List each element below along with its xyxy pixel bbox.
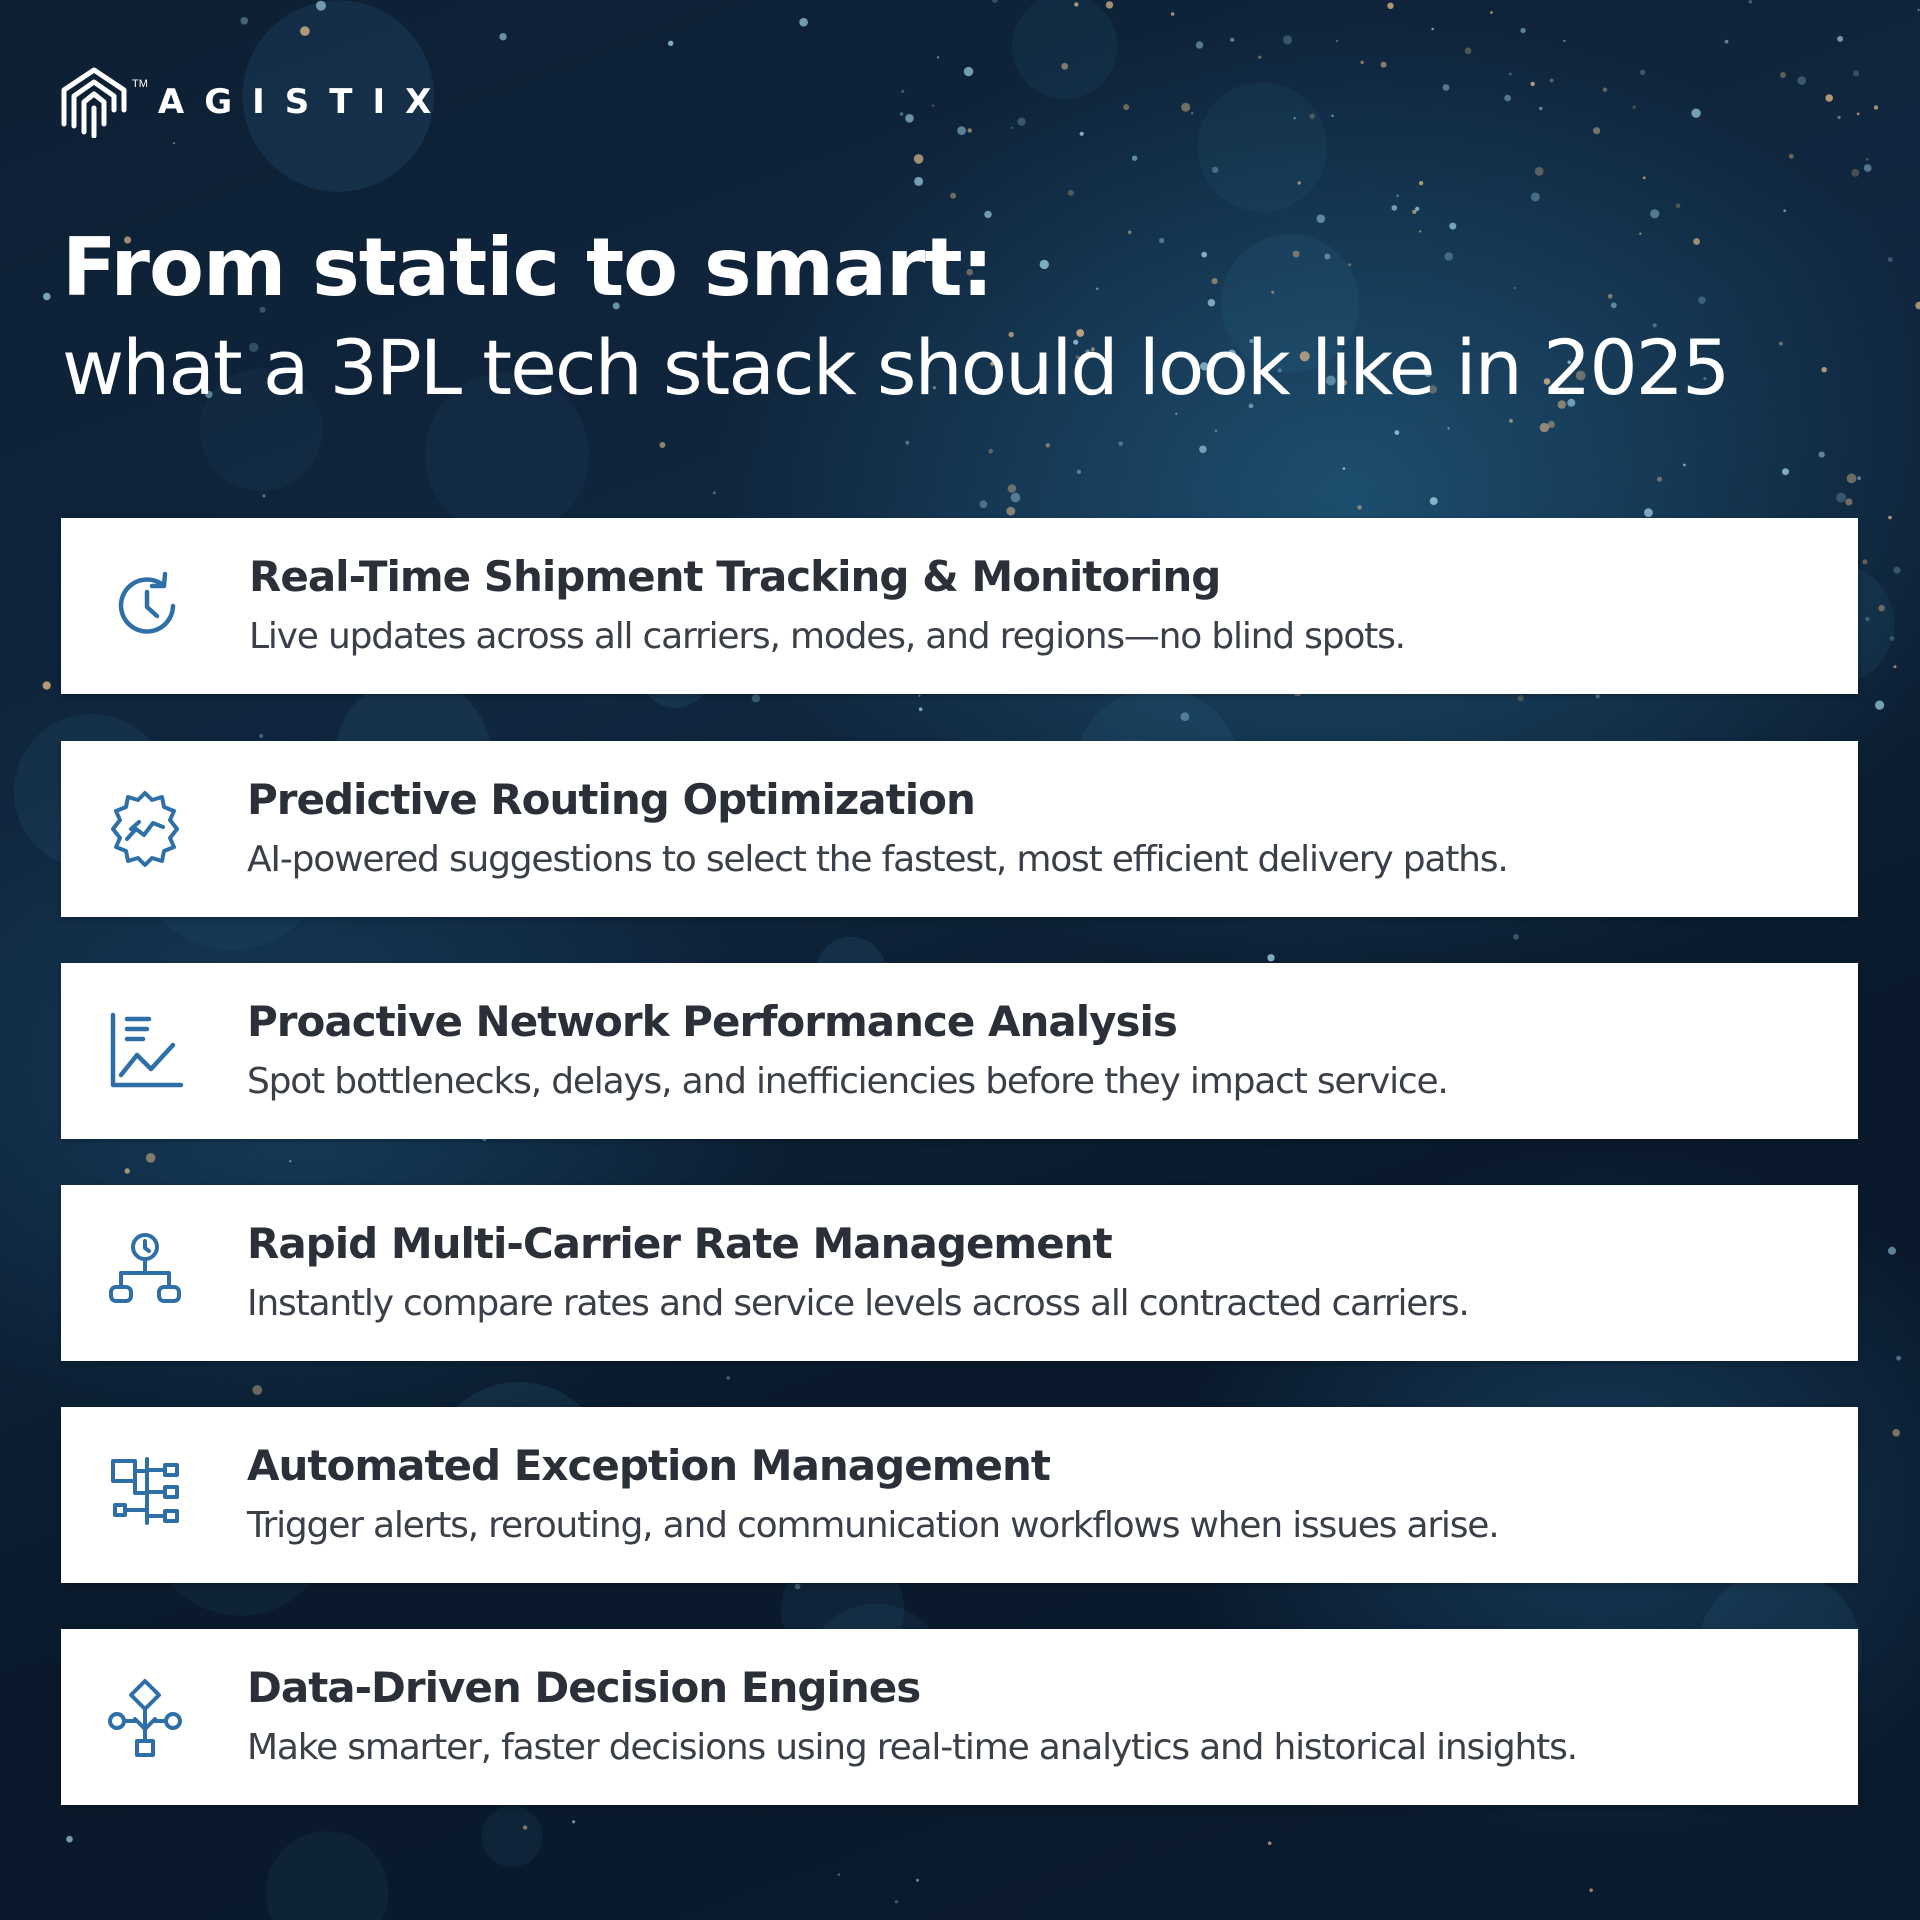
headline-line-2: what a 3PL tech stack should look like i…	[62, 323, 1730, 412]
feature-card-exception-management: Automated Exception Management Trigger a…	[61, 1407, 1858, 1583]
clock-refresh-icon	[101, 560, 193, 652]
brand-name: AGISTIX	[157, 82, 452, 122]
workflow-icon	[101, 1449, 193, 1541]
feature-card-network-analysis: Proactive Network Performance Analysis S…	[61, 963, 1858, 1139]
feature-card-tracking: Real-Time Shipment Tracking & Monitoring…	[61, 518, 1858, 694]
feature-description: Live updates across all carriers, modes,…	[249, 616, 1406, 657]
feature-card-rate-management: Rapid Multi-Carrier Rate Management Inst…	[61, 1185, 1858, 1361]
trademark-mark: TM	[132, 78, 148, 90]
feature-card-routing: Predictive Routing Optimization AI-power…	[61, 741, 1858, 917]
feature-description: Instantly compare rates and service leve…	[247, 1283, 1470, 1324]
feature-description: Trigger alerts, rerouting, and communica…	[247, 1505, 1500, 1546]
feature-title: Predictive Routing Optimization	[247, 775, 976, 824]
brand-logo: TM AGISTIX	[60, 66, 451, 138]
feature-card-decision-engines: Data-Driven Decision Engines Make smarte…	[61, 1629, 1858, 1805]
gear-chart-icon	[99, 783, 191, 875]
feature-title: Data-Driven Decision Engines	[247, 1663, 921, 1712]
decision-tree-icon	[99, 1671, 191, 1763]
headline: From static to smart: what a 3PL tech st…	[62, 218, 1730, 418]
line-chart-icon	[101, 1005, 193, 1097]
feature-description: Make smarter, faster decisions using rea…	[247, 1727, 1578, 1768]
feature-title: Proactive Network Performance Analysis	[247, 997, 1178, 1046]
agistix-logo-icon	[61, 67, 127, 138]
feature-title: Rapid Multi-Carrier Rate Management	[247, 1219, 1113, 1268]
feature-title: Automated Exception Management	[247, 1441, 1051, 1490]
feature-list: Real-Time Shipment Tracking & Monitoring…	[61, 518, 1858, 1805]
headline-line-1: From static to smart:	[62, 221, 994, 314]
feature-description: Spot bottlenecks, delays, and inefficien…	[247, 1061, 1449, 1102]
infographic-page: TM AGISTIX From static to smart: what a …	[0, 0, 1920, 1920]
feature-description: AI-powered suggestions to select the fas…	[247, 839, 1509, 880]
network-node-icon	[99, 1227, 191, 1319]
feature-title: Real-Time Shipment Tracking & Monitoring	[249, 552, 1221, 601]
